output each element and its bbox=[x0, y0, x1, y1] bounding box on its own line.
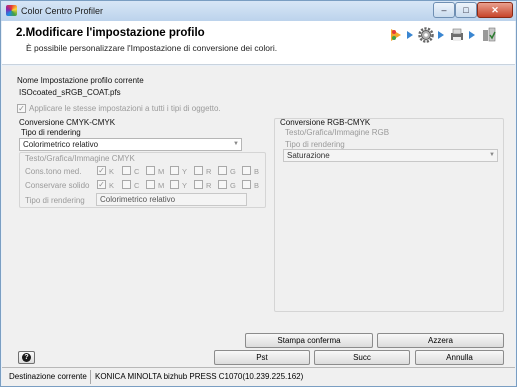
finish-icon bbox=[483, 27, 496, 42]
halftone-r-label: R bbox=[206, 167, 212, 176]
chevron-down-icon: ▼ bbox=[489, 152, 495, 158]
chevron-down-icon: ▼ bbox=[233, 141, 239, 147]
window-title: Color Centro Profiler bbox=[21, 6, 104, 16]
solid-b-label: B bbox=[254, 181, 260, 190]
halftone-g-label: G bbox=[230, 167, 236, 176]
halftone-row-label: Cons.tono med. bbox=[25, 167, 82, 176]
rgb-rendering-select[interactable]: Saturazione ▼ bbox=[283, 149, 498, 162]
wizard-start-icon bbox=[391, 29, 401, 41]
solid-y-checkbox[interactable] bbox=[170, 180, 179, 189]
print-confirm-button[interactable]: Stampa conferma bbox=[245, 333, 373, 348]
cmyk-section-title: Conversione CMYK-CMYK bbox=[19, 118, 116, 127]
rgb-rendering-label: Tipo di rendering bbox=[285, 140, 345, 149]
status-bar: Destinazione corrente KONICA MINOLTA biz… bbox=[2, 367, 515, 386]
solid-m-checkbox[interactable] bbox=[146, 180, 155, 189]
halftone-m-label: M bbox=[158, 167, 165, 176]
solid-c-label: C bbox=[134, 181, 140, 190]
solid-c-checkbox[interactable] bbox=[122, 180, 131, 189]
wizard-steps bbox=[388, 23, 510, 47]
apply-all-checkbox[interactable]: ✓ bbox=[17, 104, 26, 113]
wizard-header: 2.Modificare l'impostazione profilo È po… bbox=[2, 21, 515, 65]
halftone-c-checkbox[interactable] bbox=[122, 166, 131, 175]
prev-button[interactable]: Pst bbox=[214, 350, 310, 365]
cmyk-rendering-value: Colorimetrico relativo bbox=[23, 140, 99, 149]
cmyk-rendering-select[interactable]: Colorimetrico relativo ▼ bbox=[19, 138, 242, 151]
cmyk-sub-rendering-label: Tipo di rendering bbox=[25, 196, 85, 205]
profile-name-label: Nome Impostazione profilo corrente bbox=[17, 76, 144, 85]
halftone-b-label: B bbox=[254, 167, 260, 176]
profile-name-value: ISOcoated_sRGB_COAT.pfs bbox=[19, 88, 121, 97]
halftone-r-checkbox[interactable] bbox=[194, 166, 203, 175]
solid-r-checkbox[interactable] bbox=[194, 180, 203, 189]
rgb-group-title: Testo/Grafica/Immagine RGB bbox=[285, 128, 390, 137]
next-button[interactable]: Succ bbox=[314, 350, 410, 365]
status-value: KONICA MINOLTA bizhub PRESS C1070(10.239… bbox=[95, 372, 304, 381]
maximize-button[interactable]: □ bbox=[455, 2, 477, 18]
minimize-button[interactable]: ‒ bbox=[433, 2, 455, 18]
content-area: Nome Impostazione profilo corrente ISOco… bbox=[2, 66, 515, 367]
solid-k-checkbox[interactable]: ✓ bbox=[97, 180, 106, 189]
cmyk-rendering-label: Tipo di rendering bbox=[21, 128, 81, 137]
solid-g-label: G bbox=[230, 181, 236, 190]
title-bar[interactable]: Color Centro Profiler ‒ □ ✕ bbox=[1, 1, 516, 21]
halftone-y-checkbox[interactable] bbox=[170, 166, 179, 175]
reset-button[interactable]: Azzera bbox=[377, 333, 504, 348]
help-icon: ? bbox=[22, 353, 31, 362]
help-button[interactable]: ? bbox=[18, 351, 35, 364]
page-subtitle: È possibile personalizzare l'Impostazion… bbox=[26, 43, 278, 53]
cancel-button[interactable]: Annulla bbox=[415, 350, 504, 365]
status-label: Destinazione corrente bbox=[9, 372, 87, 381]
status-divider bbox=[90, 370, 91, 384]
rgb-section-title: Conversione RGB-CMYK bbox=[280, 118, 371, 127]
halftone-b-checkbox[interactable] bbox=[242, 166, 251, 175]
solid-m-label: M bbox=[158, 181, 165, 190]
app-window: Color Centro Profiler ‒ □ ✕ 2.Modificare… bbox=[0, 0, 517, 387]
step-arrow-icon bbox=[469, 31, 475, 39]
solid-g-checkbox[interactable] bbox=[218, 180, 227, 189]
cmyk-sub-rendering-field[interactable]: Colorimetrico relativo bbox=[96, 193, 247, 206]
halftone-m-checkbox[interactable] bbox=[146, 166, 155, 175]
page-title: 2.Modificare l'impostazione profilo bbox=[16, 27, 205, 39]
halftone-k-label: K bbox=[109, 167, 115, 176]
solid-k-label: K bbox=[109, 181, 115, 190]
solid-row-label: Conservare solido bbox=[25, 181, 90, 190]
solid-r-label: R bbox=[206, 181, 212, 190]
solid-b-checkbox[interactable] bbox=[242, 180, 251, 189]
halftone-y-label: Y bbox=[182, 167, 188, 176]
step-arrow-icon bbox=[438, 31, 444, 39]
cmyk-group-title: Testo/Grafica/Immagine CMYK bbox=[25, 154, 135, 163]
halftone-c-label: C bbox=[134, 167, 140, 176]
printer-icon bbox=[451, 28, 463, 41]
gear-icon bbox=[418, 27, 434, 43]
halftone-k-checkbox[interactable]: ✓ bbox=[97, 166, 106, 175]
halftone-g-checkbox[interactable] bbox=[218, 166, 227, 175]
close-button[interactable]: ✕ bbox=[477, 2, 513, 18]
app-icon bbox=[6, 5, 17, 16]
apply-all-label: Applicare le stesse impostazioni a tutti… bbox=[29, 104, 221, 113]
rgb-rendering-value: Saturazione bbox=[287, 151, 330, 160]
step-arrow-icon bbox=[407, 31, 413, 39]
solid-y-label: Y bbox=[182, 181, 188, 190]
